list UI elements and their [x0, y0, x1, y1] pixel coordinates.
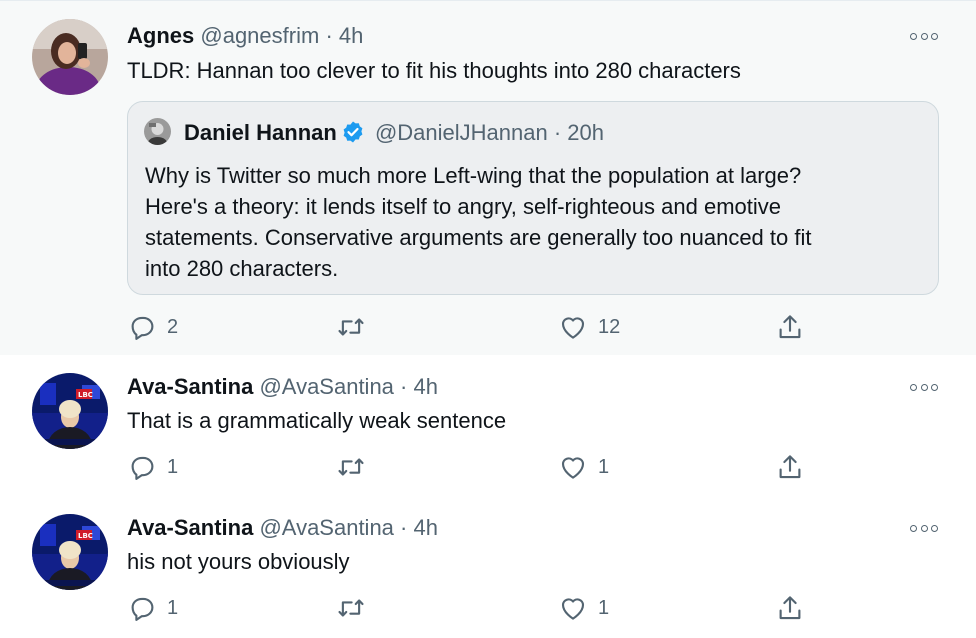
- heart-icon: [561, 317, 585, 339]
- quoted-text-line: into 280 characters.: [145, 256, 339, 281]
- share-icon: [779, 455, 801, 479]
- tweet-text: That is a grammatically weak sentence: [127, 408, 507, 433]
- quoted-text-line: Why is Twitter so much more Left-wing th…: [145, 163, 802, 188]
- separator-dot: ·: [400, 374, 408, 399]
- like-count: 1: [598, 596, 610, 619]
- like-button[interactable]: 1: [558, 452, 609, 482]
- reply-button[interactable]: 1: [127, 452, 178, 482]
- quoted-header: Daniel Hannan @DanielJHannan · 20h: [184, 119, 604, 147]
- reply-count: 2: [167, 315, 179, 338]
- retweet-button[interactable]: [336, 593, 376, 623]
- author-handle[interactable]: @AvaSantina: [259, 374, 393, 399]
- verified-badge-icon: [341, 120, 365, 144]
- tweet-actions: 1 1: [127, 593, 817, 623]
- author-name[interactable]: Ava-Santina: [127, 515, 253, 540]
- avatar[interactable]: LBC: [32, 373, 108, 449]
- tweet-header: Ava-Santina @AvaSantina · 4h: [127, 514, 438, 542]
- share-button[interactable]: [775, 593, 805, 623]
- tweet[interactable]: LBC Ava-Santina @AvaSantina · 4h his not…: [0, 498, 976, 638]
- more-options-icon[interactable]: [910, 382, 938, 392]
- tweet[interactable]: Agnes @agnesfrim · 4h TLDR: Hannan too c…: [0, 0, 976, 355]
- timestamp[interactable]: 4h: [339, 23, 363, 48]
- more-options-icon[interactable]: [910, 31, 938, 41]
- reply-icon: [131, 597, 154, 621]
- quoted-timestamp[interactable]: 20h: [567, 120, 604, 145]
- author-handle[interactable]: @agnesfrim: [200, 23, 319, 48]
- retweet-button[interactable]: [336, 452, 376, 482]
- retweet-icon: [338, 318, 364, 336]
- like-count: 1: [598, 455, 610, 478]
- quoted-author-name[interactable]: Daniel Hannan: [184, 120, 337, 145]
- separator-dot: ·: [325, 23, 333, 48]
- like-count: 12: [598, 315, 621, 338]
- quoted-avatar: [144, 118, 171, 145]
- reply-count: 1: [167, 455, 179, 478]
- svg-text:LBC: LBC: [78, 391, 93, 399]
- avatar-image: LBC: [32, 514, 108, 590]
- author-name[interactable]: Ava-Santina: [127, 374, 253, 399]
- tweet[interactable]: LBC Ava-Santina @AvaSantina · 4h That is…: [0, 355, 976, 498]
- share-icon: [779, 596, 801, 620]
- quoted-text-line: Here's a theory: it lends itself to angr…: [145, 194, 781, 219]
- avatar-image: LBC: [32, 373, 108, 449]
- author-handle[interactable]: @AvaSantina: [259, 515, 393, 540]
- timestamp[interactable]: 4h: [414, 374, 438, 399]
- reply-button[interactable]: 1: [127, 593, 178, 623]
- tweet-actions: 1 1: [127, 452, 817, 482]
- reply-icon: [131, 316, 154, 340]
- quoted-text-line: statements. Conservative arguments are g…: [145, 225, 812, 250]
- tweet-text: TLDR: Hannan too clever to fit his thoug…: [127, 58, 741, 83]
- more-options-icon[interactable]: [910, 523, 938, 533]
- tweet-header: Ava-Santina @AvaSantina · 4h: [127, 373, 438, 401]
- heart-icon: [561, 598, 585, 620]
- quoted-tweet[interactable]: Daniel Hannan @DanielJHannan · 20h Why i…: [127, 101, 939, 295]
- retweet-button[interactable]: [336, 312, 376, 342]
- like-button[interactable]: 1: [558, 593, 609, 623]
- share-icon: [779, 315, 801, 339]
- heart-icon: [561, 457, 585, 479]
- reply-button[interactable]: 2: [127, 312, 178, 342]
- share-button[interactable]: [775, 452, 805, 482]
- reply-count: 1: [167, 596, 179, 619]
- author-name[interactable]: Agnes: [127, 23, 194, 48]
- reply-icon: [131, 456, 154, 480]
- quoted-text: Why is Twitter so much more Left-wing th…: [145, 160, 935, 284]
- tweet-text: his not yours obviously: [127, 549, 350, 574]
- timestamp[interactable]: 4h: [414, 515, 438, 540]
- separator-dot: ·: [400, 515, 408, 540]
- like-button[interactable]: 12: [558, 312, 620, 342]
- retweet-icon: [338, 599, 364, 617]
- share-button[interactable]: [775, 312, 805, 342]
- quoted-author-handle[interactable]: @DanielJHannan: [375, 120, 548, 145]
- tweet-header: Agnes @agnesfrim · 4h: [127, 22, 363, 50]
- svg-text:LBC: LBC: [78, 532, 93, 540]
- tweet-actions: 2 12: [127, 312, 817, 342]
- retweet-icon: [338, 458, 364, 476]
- avatar[interactable]: LBC: [32, 514, 108, 590]
- separator-dot: ·: [553, 120, 562, 145]
- avatar-image: [32, 19, 108, 95]
- avatar[interactable]: [32, 19, 108, 95]
